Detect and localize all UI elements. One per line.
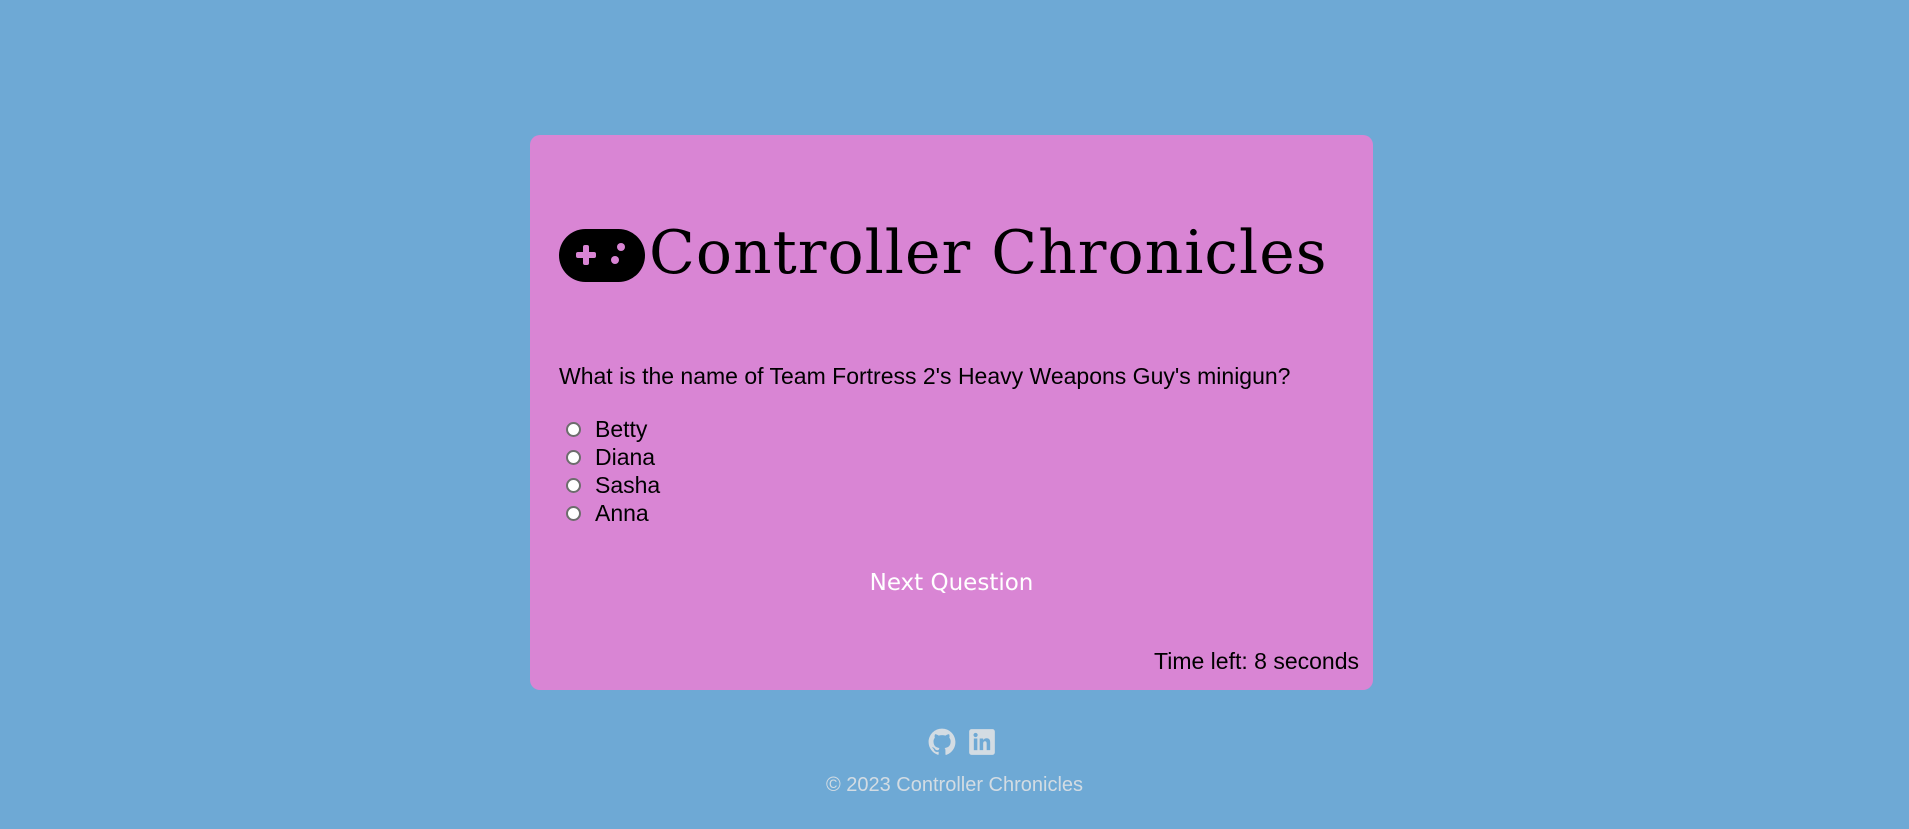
timer: Time left: 8 seconds — [1154, 648, 1359, 675]
answer-option-anna[interactable]: Anna — [566, 499, 660, 527]
header: Controller Chronicles — [559, 223, 1328, 283]
game-controller-icon — [559, 228, 645, 282]
answer-label: Diana — [595, 443, 656, 470]
radio-button[interactable] — [566, 421, 581, 437]
timer-suffix: seconds — [1266, 648, 1359, 674]
linkedin-icon[interactable] — [968, 728, 996, 756]
answer-label: Anna — [595, 499, 649, 526]
timer-prefix: Time left: — [1154, 648, 1255, 674]
radio-button[interactable] — [566, 449, 581, 465]
question-text: What is the name of Team Fortress 2's He… — [559, 363, 1291, 389]
timer-value: 8 — [1254, 648, 1267, 674]
answer-label: Betty — [595, 415, 648, 442]
quiz-card: Controller Chronicles What is the name o… — [530, 135, 1373, 690]
app-title: Controller Chronicles — [649, 218, 1328, 288]
answer-list: Betty Diana Sasha Anna — [566, 415, 660, 527]
answer-option-betty[interactable]: Betty — [566, 415, 660, 443]
answer-label: Sasha — [595, 471, 661, 498]
radio-button[interactable] — [566, 505, 581, 521]
social-links — [14, 728, 1909, 756]
github-icon[interactable] — [928, 728, 956, 756]
copyright-text: © 2023 Controller Chronicles — [825, 774, 1084, 796]
page: Controller Chronicles What is the name o… — [0, 0, 1909, 829]
answer-option-sasha[interactable]: Sasha — [566, 471, 660, 499]
footer: © 2023 Controller Chronicles — [0, 728, 1909, 797]
answer-option-diana[interactable]: Diana — [566, 443, 660, 471]
next-question-button[interactable]: Next Question — [852, 570, 1052, 596]
radio-button[interactable] — [566, 477, 581, 493]
